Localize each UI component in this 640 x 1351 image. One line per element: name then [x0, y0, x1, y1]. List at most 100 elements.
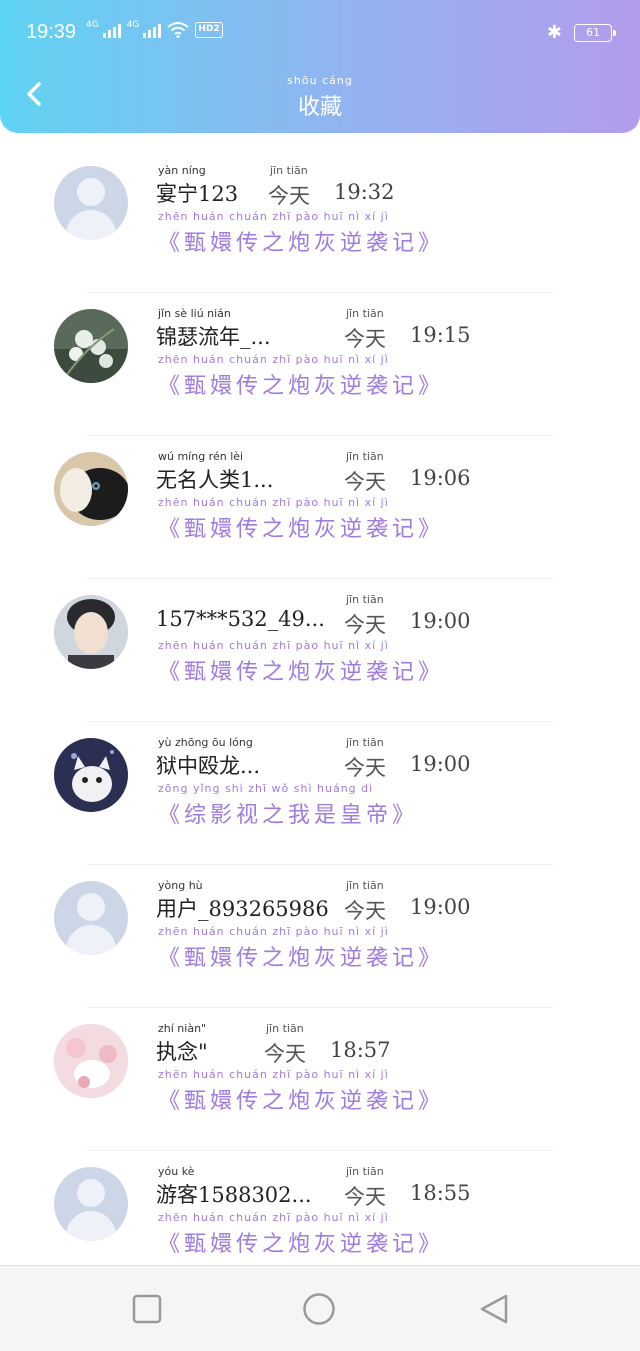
kitten-avatar-image	[54, 738, 128, 812]
status-icons: 4G 4G HD2	[86, 20, 223, 38]
avatar[interactable]	[54, 881, 128, 955]
name-pinyin: zhí niàn"	[158, 1022, 207, 1035]
avatar[interactable]	[54, 1167, 128, 1241]
wifi-icon	[167, 22, 190, 38]
list-item[interactable]: jǐn sè liú nián 锦瑟流年_... jīn tiān 今天 19:…	[0, 293, 640, 436]
item-book[interactable]: zhēn huán chuán zhī pào huī nì xí jì 《甄嬛…	[158, 1211, 578, 1258]
avatar[interactable]	[54, 309, 128, 383]
book-title-pinyin: zhēn huán chuán zhī pào huī nì xí jì	[158, 1068, 389, 1081]
user-name: 锦瑟流年_...	[156, 325, 271, 349]
today-pinyin: jīn tiān	[346, 450, 384, 463]
book-title[interactable]: 《甄嬛传之炮灰逆袭记》	[158, 511, 578, 543]
name-pinyin: yóu kè	[158, 1165, 195, 1178]
date-label: 今天	[264, 1042, 306, 1066]
today-pinyin: jīn tiān	[270, 164, 308, 177]
date-label: 今天	[344, 327, 386, 351]
book-title[interactable]: 《甄嬛传之炮灰逆袭记》	[158, 225, 578, 257]
battery-icon: 61	[574, 23, 616, 42]
list-item[interactable]: yàn níng 宴宁123 jīn tiān 今天 19:32 zhēn hu…	[0, 150, 640, 293]
item-header: yù zhōng ōu lóng 狱中殴龙... jīn tiān 今天 19:…	[156, 736, 576, 780]
today-pinyin: jīn tiān	[346, 879, 384, 892]
book-title[interactable]: 《综影视之我是皇帝》	[158, 797, 578, 829]
item-header: jǐn sè liú nián 锦瑟流年_... jīn tiān 今天 19:…	[156, 307, 576, 351]
book-title[interactable]: 《甄嬛传之炮灰逆袭记》	[158, 1083, 578, 1115]
cat-avatar-image	[54, 452, 128, 526]
time-label: 19:00	[410, 609, 471, 633]
list-item[interactable]: 157***532_49... jīn tiān 今天 19:00 zhēn h…	[0, 579, 640, 722]
list-item[interactable]: yù zhōng ōu lóng 狱中殴龙... jīn tiān 今天 19:…	[0, 722, 640, 865]
time-label: 19:00	[410, 752, 471, 776]
date-label: 今天	[344, 470, 386, 494]
list-item[interactable]: yòng hù 用户_893265986 jīn tiān 今天 19:00 z…	[0, 865, 640, 1008]
user-name: 宴宁123	[156, 182, 239, 206]
book-title[interactable]: 《甄嬛传之炮灰逆袭记》	[158, 940, 578, 972]
item-header: 157***532_49... jīn tiān 今天 19:00	[156, 593, 576, 637]
name-pinyin: wú míng rén lèi	[158, 450, 244, 463]
book-title-pinyin: zhēn huán chuán zhī pào huī nì xí jì	[158, 210, 389, 223]
hd-icon: HD2	[195, 22, 223, 38]
time-label: 19:06	[410, 466, 471, 490]
item-header: zhí niàn" 执念" jīn tiān 今天 18:57	[156, 1022, 576, 1066]
status-time: 19:39	[26, 21, 77, 43]
user-name: 157***532_49...	[156, 607, 325, 631]
item-header: yàn níng 宴宁123 jīn tiān 今天 19:32	[156, 164, 576, 208]
time-label: 18:57	[330, 1038, 391, 1062]
user-name: 用户_893265986	[156, 897, 329, 921]
item-book[interactable]: zhēn huán chuán zhī pào huī nì xí jì 《甄嬛…	[158, 1068, 578, 1115]
signal-icon	[102, 22, 121, 38]
date-label: 今天	[344, 1185, 386, 1209]
today-pinyin: jīn tiān	[346, 307, 384, 320]
list-item[interactable]: wú míng rén lèi 无名人类1... jīn tiān 今天 19:…	[0, 436, 640, 579]
flower-avatar-image	[54, 309, 128, 383]
status-bar: 19:39 4G 4G HD2 ✱ 61	[0, 0, 640, 64]
item-book[interactable]: zhēn huán chuán zhī pào huī nì xí jì 《甄嬛…	[158, 925, 578, 972]
date-label: 今天	[344, 613, 386, 637]
book-title-pinyin: zhēn huán chuán zhī pào huī nì xí jì	[158, 1211, 389, 1224]
date-label: 今天	[344, 899, 386, 923]
item-book[interactable]: zōng yǐng shì zhī wǒ shì huáng dì 《综影视之我…	[158, 782, 578, 829]
user-name: 执念"	[156, 1040, 208, 1064]
today-pinyin: jīn tiān	[346, 1165, 384, 1178]
today-pinyin: jīn tiān	[346, 593, 384, 606]
book-title-pinyin: zhēn huán chuán zhī pào huī nì xí jì	[158, 925, 389, 938]
network-label-1: 4G	[86, 20, 99, 30]
time-label: 18:55	[410, 1181, 471, 1205]
pink-avatar-image	[54, 1024, 128, 1098]
system-nav-bar	[0, 1265, 640, 1351]
page-title: 收藏	[297, 95, 342, 120]
book-title[interactable]: 《甄嬛传之炮灰逆袭记》	[158, 368, 578, 400]
avatar[interactable]	[54, 166, 128, 240]
user-name: 游客1588302...	[156, 1183, 312, 1207]
home-button[interactable]	[302, 1292, 336, 1326]
name-pinyin: jǐn sè liú nián	[158, 307, 231, 320]
avatar[interactable]	[54, 452, 128, 526]
book-title-pinyin: zhēn huán chuán zhī pào huī nì xí jì	[158, 353, 389, 366]
item-book[interactable]: zhēn huán chuán zhī pào huī nì xí jì 《甄嬛…	[158, 496, 578, 543]
system-back-button[interactable]	[477, 1292, 511, 1326]
list-item[interactable]: zhí niàn" 执念" jīn tiān 今天 18:57 zhēn huá…	[0, 1008, 640, 1151]
bluetooth-icon: ✱	[546, 22, 562, 43]
user-name: 狱中殴龙...	[156, 754, 261, 778]
time-label: 19:32	[334, 180, 395, 204]
avatar[interactable]	[54, 1024, 128, 1098]
book-title-pinyin: zōng yǐng shì zhī wǒ shì huáng dì	[158, 782, 374, 795]
item-book[interactable]: zhēn huán chuán zhī pào huī nì xí jì 《甄嬛…	[158, 353, 578, 400]
network-label-2: 4G	[126, 20, 140, 30]
name-pinyin: yàn níng	[158, 164, 206, 177]
item-header: yóu kè 游客1588302... jīn tiān 今天 18:55	[156, 1165, 576, 1209]
item-book[interactable]: zhēn huán chuán zhī pào huī nì xí jì 《甄嬛…	[158, 210, 578, 257]
book-title-pinyin: zhēn huán chuán zhī pào huī nì xí jì	[158, 639, 389, 652]
avatar[interactable]	[54, 738, 128, 812]
status-right: ✱ 61	[546, 22, 616, 43]
recent-apps-button[interactable]	[130, 1292, 164, 1326]
book-title[interactable]: 《甄嬛传之炮灰逆袭记》	[158, 654, 578, 686]
book-title[interactable]: 《甄嬛传之炮灰逆袭记》	[158, 1226, 578, 1258]
signal-icon	[143, 22, 162, 38]
name-pinyin: yòng hù	[158, 879, 203, 892]
title-wrap: shōu cáng 收藏	[0, 74, 640, 121]
item-book[interactable]: zhēn huán chuán zhī pào huī nì xí jì 《甄嬛…	[158, 639, 578, 686]
time-label: 19:00	[410, 895, 471, 919]
item-header: wú míng rén lèi 无名人类1... jīn tiān 今天 19:…	[156, 450, 576, 494]
avatar[interactable]	[54, 595, 128, 669]
today-pinyin: jīn tiān	[266, 1022, 304, 1035]
